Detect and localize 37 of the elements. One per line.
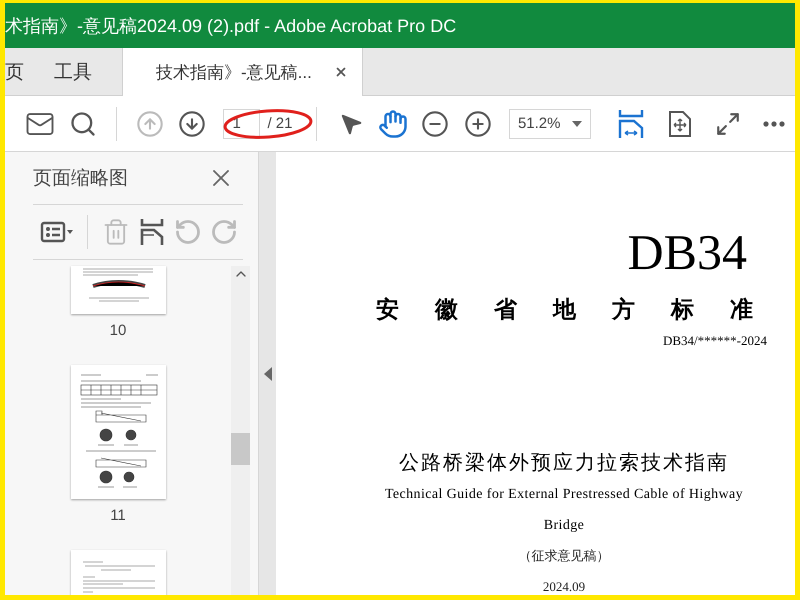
page-number: 11 [110,507,126,524]
tab[interactable]: 页 [5,48,39,95]
rotate-left-icon [174,218,202,246]
minus-icon [421,110,450,138]
rotate-right-icon [210,218,238,246]
standard-authority: 安徽省地方标准 [376,296,789,325]
search-icon [68,110,97,138]
zoom-dropdown[interactable]: 51.2% [508,108,592,138]
draft-status: （征求意见稿） [518,547,610,565]
close-icon[interactable] [334,65,348,79]
arrow-down-icon [178,110,206,138]
standard-number: DB34/******-2024 [663,333,767,349]
standard-code: DB34 [628,230,747,274]
hand-icon [378,108,408,138]
page-number: 10 [110,322,126,339]
scroll-thumb[interactable] [231,433,250,465]
more-icon [762,120,785,126]
window-title: 术指南》-意见稿2024.09 (2).pdf - Adobe Acrobat Pro DC [5,14,456,38]
hand-tool-button[interactable] [378,108,408,140]
tab[interactable]: 技术指南》-意见稿... [122,48,363,96]
triangle-left-icon [264,366,272,380]
panel-toggle[interactable] [258,152,276,595]
page-move-icon [668,110,692,138]
document-date: 2024.09 [542,579,586,595]
arrow-up-icon [136,110,164,138]
trash-icon [102,218,130,246]
fit-width-icon [618,108,644,138]
insert-page-icon [140,218,164,246]
document-title: 公路桥梁体外预应力拉索技术指南 [399,449,729,476]
maximize-icon [715,110,742,136]
english-title: Technical Guide for External Prestressed Cable of Highway Bridge [384,486,744,535]
page-total: / 21 [267,115,292,132]
panel-title: 页面缩略图 [33,167,128,191]
tab[interactable]: 工具 [54,48,107,95]
list-options-icon [40,220,74,244]
caret-icon [572,120,582,126]
plus-icon [464,110,492,138]
